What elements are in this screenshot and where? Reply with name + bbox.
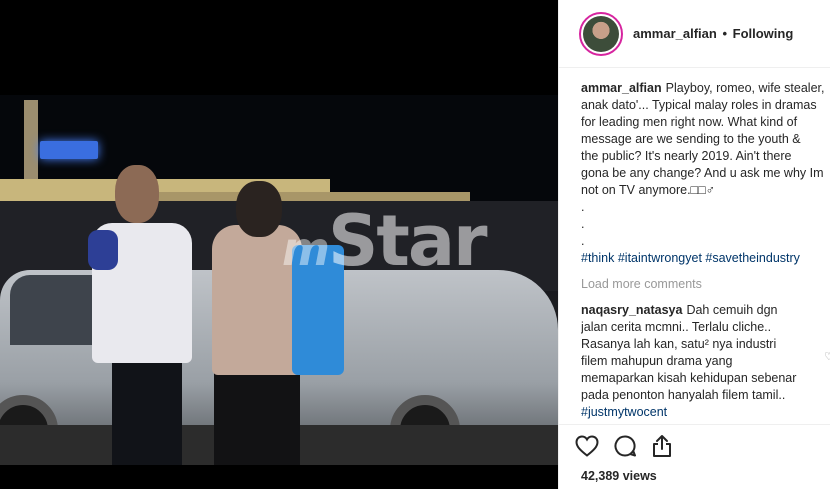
- post-side-panel: ammar_alfian • Following ammar_alfian Pla…: [558, 0, 830, 489]
- header-separator: •: [722, 26, 728, 41]
- caption: ammar_alfian Playboy, romeo, wife stealer…: [581, 80, 830, 267]
- comment-line: pada penonton hanyalah filem tamil..: [581, 388, 786, 402]
- post-header-text: ammar_alfian • Following: [633, 26, 793, 41]
- heart-icon[interactable]: [575, 435, 599, 457]
- post-header: ammar_alfian • Following: [559, 0, 830, 68]
- video-man-legs: [112, 357, 182, 465]
- comment-line: Rasanya lah kan, satu² nya industri: [581, 337, 777, 351]
- comment-username[interactable]: naqasry_natasya: [581, 303, 682, 317]
- avatar[interactable]: [579, 11, 623, 56]
- caption-line: .: [581, 217, 585, 231]
- post-media[interactable]: mStar: [0, 0, 558, 489]
- video-frame[interactable]: mStar: [0, 95, 558, 465]
- mstar-watermark: mStar: [282, 200, 488, 282]
- comment-line: filem mahupun drama yang: [581, 354, 733, 368]
- share-icon[interactable]: [651, 434, 673, 458]
- caption-line: ammar_alfian Playboy, romeo, wife stealer…: [581, 81, 825, 95]
- comment-icon[interactable]: [613, 434, 637, 458]
- comment-hashtag[interactable]: #justmytwocent: [581, 404, 830, 420]
- caption-line: not on TV anymore.□□♂: [581, 183, 716, 197]
- hashtag-link[interactable]: #savetheindustry: [705, 251, 800, 265]
- comment-item: naqasry_natasya Dah cemuih dgn jalan ceri…: [581, 302, 830, 420]
- post-actions: 42,389 views: [559, 424, 830, 489]
- load-more-comments-button[interactable]: Load more comments: [581, 276, 830, 293]
- caption-hashtags: #think #itaintwrongyet #savetheindustry: [581, 250, 830, 267]
- caption-line: .: [581, 200, 585, 214]
- comment-like-heart-icon[interactable]: ♡: [824, 350, 830, 363]
- following-button[interactable]: Following: [733, 26, 794, 41]
- caption-line: gona be any change? And u ask me why Im: [581, 166, 824, 180]
- comment-line: jalan cerita mcmni.. Terlalu cliche..: [581, 320, 772, 334]
- caption-line: the public? It's nearly 2019. Ain't ther…: [581, 149, 792, 163]
- caption-line: .: [581, 234, 585, 248]
- caption-line: for leading men right now. What kind of: [581, 115, 798, 129]
- comment-line: memaparkan kisah kehidupan sebenar: [581, 371, 797, 385]
- video-man-head: [115, 165, 159, 223]
- video-sign: [40, 141, 98, 159]
- video-man-sleeve: [88, 230, 118, 270]
- caption-line: anak dato'... Typical malay roles in dra…: [581, 98, 817, 112]
- view-count: 42,389 views: [581, 469, 657, 483]
- video-woman-head: [236, 181, 282, 237]
- caption-username[interactable]: ammar_alfian: [581, 81, 662, 95]
- comment-line: naqasry_natasya Dah cemuih dgn: [581, 303, 778, 317]
- caption-line: message are we sending to the youth &: [581, 132, 801, 146]
- hashtag-link[interactable]: #think: [581, 251, 614, 265]
- hashtag-link[interactable]: #itaintwrongyet: [618, 251, 702, 265]
- action-icons: [575, 431, 815, 461]
- comments-section[interactable]: ammar_alfian Playboy, romeo, wife stealer…: [581, 80, 830, 420]
- avatar-image: [583, 15, 619, 52]
- video-woman-skirt: [214, 370, 300, 465]
- header-username[interactable]: ammar_alfian: [633, 26, 717, 41]
